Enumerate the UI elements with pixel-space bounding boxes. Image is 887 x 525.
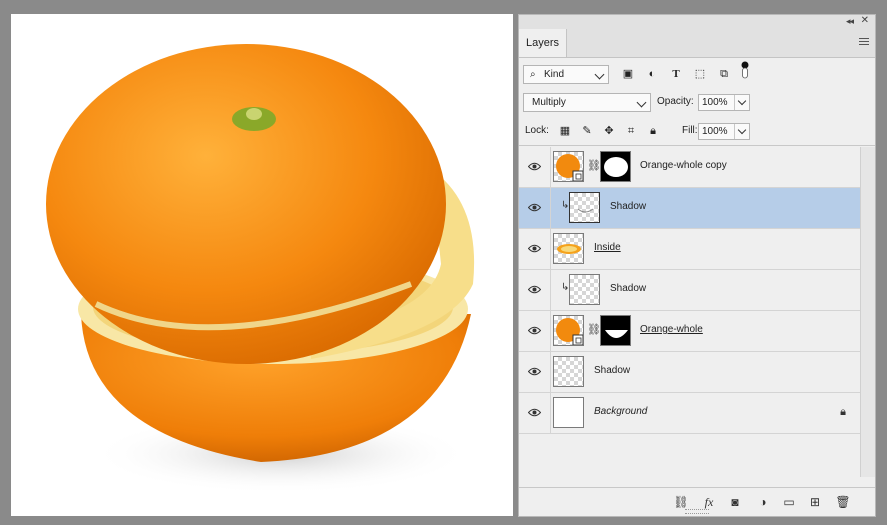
panel-tab-row: Layers xyxy=(519,29,875,58)
delete-layer-icon[interactable]: 🗑︎ xyxy=(835,494,851,510)
type-layer-filter-icon[interactable]: T xyxy=(668,66,684,82)
opacity-field[interactable]: 100% xyxy=(698,94,750,111)
layer-name[interactable]: Background xyxy=(594,406,647,417)
filter-toggle-icon[interactable] xyxy=(737,61,753,79)
pixel-layer-filter-icon[interactable]: ▣ xyxy=(620,66,636,82)
link-chain-icon[interactable]: ⛓ xyxy=(587,323,601,337)
filter-kind-label: Kind xyxy=(544,69,565,80)
document-canvas[interactable] xyxy=(11,14,513,516)
lock-image-pixels-icon[interactable]: ✎ xyxy=(580,124,594,138)
layer-row[interactable]: Shadow xyxy=(519,352,860,393)
lock-row: Lock: ▦ ✎ ✥ ⌗ 🔒︎ Fill: 100% xyxy=(523,122,873,142)
fill-value: 100% xyxy=(702,126,728,137)
layer-mask-thumbnail[interactable] xyxy=(600,315,631,346)
divider xyxy=(550,311,551,351)
layer-name[interactable]: Shadow xyxy=(594,365,630,376)
close-panel-icon[interactable]: ✕ xyxy=(861,15,869,26)
layer-name[interactable]: Orange-whole xyxy=(640,324,703,335)
filter-kind-dropdown[interactable]: ⌕ Kind xyxy=(523,65,609,84)
chevron-down-icon xyxy=(737,96,747,106)
divider xyxy=(550,393,551,433)
layer-row[interactable]: ⛓ Orange-whole copy xyxy=(519,147,860,188)
orange-artwork xyxy=(46,44,475,494)
layer-thumbnail[interactable] xyxy=(553,315,584,346)
fill-label: Fill: xyxy=(682,125,698,136)
visibility-eye-icon[interactable] xyxy=(528,242,541,255)
layer-name[interactable]: Shadow xyxy=(610,201,646,212)
layer-thumbnail[interactable] xyxy=(553,151,584,182)
shape-layer-filter-icon[interactable]: ⬚ xyxy=(692,66,708,82)
visibility-eye-icon[interactable] xyxy=(528,365,541,378)
lock-label: Lock: xyxy=(525,125,549,136)
divider xyxy=(550,229,551,269)
resize-grip[interactable] xyxy=(685,509,709,514)
divider xyxy=(519,145,875,146)
layer-row[interactable]: Inside xyxy=(519,229,860,270)
divider xyxy=(550,270,551,310)
layers-scrollbar[interactable] xyxy=(860,147,875,477)
smart-object-filter-icon[interactable]: ⧉ xyxy=(716,66,732,82)
fill-dropdown-button[interactable] xyxy=(734,124,749,139)
prevent-auto-nesting-icon[interactable]: ⌗ xyxy=(624,124,638,138)
layer-name[interactable]: Shadow xyxy=(610,283,646,294)
layer-row[interactable]: ↳ Shadow xyxy=(519,270,860,311)
visibility-eye-icon[interactable] xyxy=(528,324,541,337)
fill-field[interactable]: 100% xyxy=(698,123,750,140)
layer-thumbnail[interactable] xyxy=(569,192,600,223)
new-group-icon[interactable]: ▭ xyxy=(781,494,797,510)
layer-row[interactable]: Background 🔒︎ xyxy=(519,393,860,434)
collapse-panel-icon[interactable]: ◂◂ xyxy=(846,16,854,27)
layers-list: ⛓ Orange-whole copy ↳ Shadow Inside ↳ Sh… xyxy=(519,147,860,434)
lock-icon: 🔒︎ xyxy=(840,406,846,418)
panel-title-bar: ◂◂ ✕ xyxy=(519,15,875,30)
blend-mode-value: Multiply xyxy=(532,97,566,108)
panel-menu-icon[interactable] xyxy=(859,38,869,47)
add-layer-style-icon[interactable]: fx xyxy=(701,494,717,510)
layer-name[interactable]: Inside xyxy=(594,242,621,253)
layer-thumbnail[interactable] xyxy=(569,274,600,305)
opacity-label: Opacity: xyxy=(657,96,694,107)
blend-mode-dropdown[interactable]: Multiply xyxy=(523,93,651,112)
new-layer-icon[interactable]: ⊞ xyxy=(807,494,823,510)
visibility-eye-icon[interactable] xyxy=(528,283,541,296)
filter-row: ⌕ Kind ▣ ◐ T ⬚ ⧉ xyxy=(523,61,873,85)
blend-row: Multiply Opacity: 100% xyxy=(523,93,873,113)
layer-thumbnail[interactable] xyxy=(553,233,584,264)
divider xyxy=(550,147,551,187)
tab-layers[interactable]: Layers xyxy=(519,29,567,57)
layers-panel: ◂◂ ✕ Layers ⌕ Kind ▣ ◐ T ⬚ ⧉ Multiply Op… xyxy=(518,14,876,517)
lock-position-icon[interactable]: ✥ xyxy=(602,124,616,138)
adjustment-layer-filter-icon[interactable]: ◐ xyxy=(644,66,660,82)
chevron-down-icon xyxy=(737,125,747,135)
divider xyxy=(550,188,551,228)
lock-all-icon[interactable]: 🔒︎ xyxy=(646,124,660,138)
link-layers-icon[interactable]: ⛓ xyxy=(673,494,689,510)
visibility-eye-icon[interactable] xyxy=(528,160,541,173)
chevron-down-icon xyxy=(636,97,647,108)
link-chain-icon[interactable]: ⛓ xyxy=(587,159,601,173)
layer-name[interactable]: Orange-whole copy xyxy=(640,160,727,171)
chevron-down-icon xyxy=(594,69,605,80)
layer-thumbnail[interactable] xyxy=(553,397,584,428)
layer-row[interactable]: ↳ Shadow xyxy=(519,188,860,229)
new-adjustment-layer-icon[interactable]: ◑ xyxy=(755,494,771,510)
layer-thumbnail[interactable] xyxy=(553,356,584,387)
lock-transparent-pixels-icon[interactable]: ▦ xyxy=(558,124,572,138)
search-icon: ⌕ xyxy=(530,69,536,80)
layer-row[interactable]: ⛓ Orange-whole xyxy=(519,311,860,352)
visibility-eye-icon[interactable] xyxy=(528,406,541,419)
panel-bottom-toolbar: ⛓ fx ◙ ◑ ▭ ⊞ 🗑︎ xyxy=(519,487,875,516)
divider xyxy=(550,352,551,392)
opacity-dropdown-button[interactable] xyxy=(734,95,749,110)
layer-mask-thumbnail[interactable] xyxy=(600,151,631,182)
visibility-eye-icon[interactable] xyxy=(528,201,541,214)
add-mask-icon[interactable]: ◙ xyxy=(727,494,743,510)
opacity-value: 100% xyxy=(702,97,728,108)
